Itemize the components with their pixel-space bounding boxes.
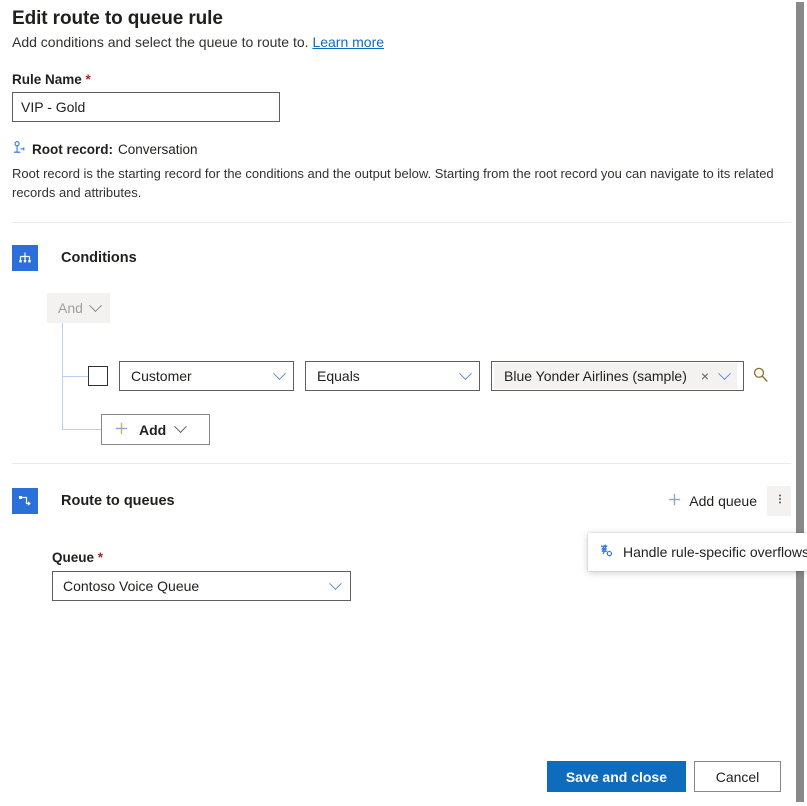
condition-row: Customer Equals Blue Yonder Airlines (sa…: [88, 361, 769, 391]
chevron-down-icon: [174, 420, 187, 433]
plus-icon: [114, 421, 129, 439]
root-record-value: Conversation: [118, 142, 198, 157]
cancel-button[interactable]: Cancel: [694, 761, 781, 792]
search-icon[interactable]: [752, 366, 769, 386]
rule-name-label-text: Rule Name: [12, 72, 82, 87]
group-operator-dropdown[interactable]: And: [47, 293, 110, 323]
route-to-queues-section-header: Route to queues Add queue: [0, 486, 807, 516]
divider-after-root-record: [12, 222, 793, 223]
page-subtitle-text: Add conditions and select the queue to r…: [12, 34, 309, 50]
add-condition-label: Add: [139, 422, 166, 438]
rule-name-input[interactable]: [12, 92, 280, 122]
panel-footer: Save and close Cancel: [0, 761, 807, 792]
chevron-down-icon: [273, 367, 286, 380]
more-options-button[interactable]: [767, 486, 793, 516]
conditions-section-header: Conditions: [0, 245, 807, 271]
plus-icon: [667, 492, 682, 510]
group-operator-value: And: [58, 300, 83, 316]
root-record-label: Root record:: [32, 142, 113, 157]
page-title: Edit route to queue rule: [12, 8, 791, 30]
conditions-builder: And Customer Equals Blue Yonder Airlines…: [0, 271, 807, 461]
queue-label-text: Queue: [52, 550, 94, 565]
add-queue-button[interactable]: Add queue: [659, 486, 765, 516]
route-to-queues-title: Route to queues: [61, 493, 175, 509]
overflow-context-menu: Handle rule-specific overflows: [588, 533, 807, 571]
close-icon[interactable]: ×: [701, 369, 709, 383]
condition-value-pill: Blue Yonder Airlines (sample) ×: [494, 363, 737, 389]
route-to-queues-actions: Add queue: [659, 486, 793, 516]
chevron-down-icon: [89, 299, 102, 312]
scrollbar-thumb[interactable]: [796, 2, 804, 802]
menu-item-label: Handle rule-specific overflows: [623, 544, 807, 560]
tree-connector-add: [62, 429, 101, 430]
condition-value-text: Blue Yonder Airlines (sample): [504, 368, 687, 384]
route-queue-icon: [12, 488, 38, 514]
root-record-description: Root record is the starting record for t…: [12, 164, 784, 202]
save-and-close-button[interactable]: Save and close: [547, 761, 686, 792]
condition-operator-dropdown[interactable]: Equals: [305, 361, 480, 391]
edit-route-to-queue-rule-panel: Edit route to queue rule Add conditions …: [0, 0, 807, 806]
chevron-down-icon[interactable]: [718, 367, 731, 380]
root-record-section: Root record: Conversation Root record is…: [0, 140, 807, 202]
required-marker: *: [86, 72, 91, 87]
more-vertical-icon: [778, 491, 782, 511]
flow-settings-icon: [598, 543, 614, 562]
condition-attribute-dropdown[interactable]: Customer: [119, 361, 294, 391]
root-record-line: Root record: Conversation: [12, 140, 791, 158]
menu-item-handle-rule-specific-overflows[interactable]: Handle rule-specific overflows: [588, 537, 807, 567]
condition-value-actions: ×: [701, 369, 729, 383]
add-queue-label: Add queue: [689, 493, 757, 509]
page-subtitle: Add conditions and select the queue to r…: [12, 34, 791, 50]
conditions-title: Conditions: [61, 250, 137, 266]
learn-more-link[interactable]: Learn more: [312, 34, 384, 50]
tree-connector-row: [62, 376, 88, 377]
panel-header: Edit route to queue rule Add conditions …: [0, 0, 807, 50]
divider-after-conditions: [12, 463, 793, 464]
rule-name-field-block: Rule Name *: [0, 72, 807, 122]
chevron-down-icon: [459, 367, 472, 380]
rule-name-label: Rule Name *: [12, 72, 791, 87]
branch-condition-icon: [12, 245, 38, 271]
condition-attribute-value: Customer: [131, 368, 192, 384]
chevron-down-icon: [329, 577, 342, 590]
queue-dropdown-value: Contoso Voice Queue: [63, 578, 199, 594]
condition-value-lookup[interactable]: Blue Yonder Airlines (sample) ×: [491, 361, 744, 391]
add-condition-button[interactable]: Add: [101, 414, 210, 445]
queue-dropdown[interactable]: Contoso Voice Queue: [52, 571, 351, 601]
person-record-icon: [12, 140, 27, 158]
required-marker: *: [98, 550, 103, 565]
condition-row-checkbox[interactable]: [88, 366, 108, 386]
condition-operator-value: Equals: [317, 368, 360, 384]
